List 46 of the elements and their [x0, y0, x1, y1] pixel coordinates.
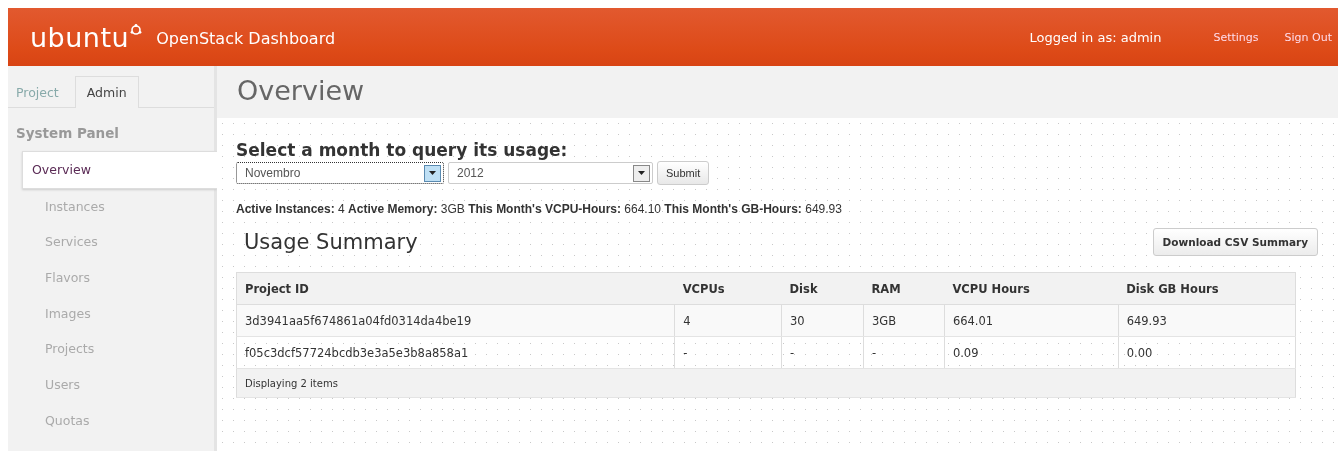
sign-out-link[interactable]: Sign Out [1284, 30, 1332, 44]
download-csv-button[interactable]: Download CSV Summary [1152, 228, 1318, 256]
circle-of-friends-icon [130, 23, 143, 36]
table-cell: 649.93 [1118, 304, 1296, 337]
table-cell: 664.01 [944, 304, 1119, 337]
section-title: Usage Summary [244, 230, 418, 254]
submit-button[interactable]: Submit [657, 161, 710, 185]
table-cell: f05c3dcf57724bcdb3e3a5e3b8a858a1 [236, 336, 675, 369]
month-select[interactable]: Novembro [236, 162, 444, 184]
page-title: Overview [237, 74, 365, 106]
column-header: Project ID [236, 272, 675, 305]
logo-text: ubuntu [30, 23, 130, 51]
dashboard-tab[interactable]: Project [8, 76, 71, 107]
dropdown-arrow-icon [429, 171, 436, 175]
usage-stats: Active Instances: 4 Active Memory: 3GB This Month's VCPU-Hours: 664.10 This Month's GB-Hours: 649.93 [236, 202, 843, 216]
nav-item[interactable]: Projects [22, 331, 214, 368]
nav-item[interactable]: Quotas [22, 402, 214, 439]
logged-in-user: Logged in as: admin [1029, 29, 1162, 45]
table-cell: 4 [674, 304, 782, 337]
nav-item[interactable]: Flavors [22, 260, 214, 296]
dropdown-arrow-icon [638, 171, 645, 175]
table-cell: - [674, 336, 782, 369]
column-header: Disk GB Hours [1118, 272, 1296, 305]
dashboard-tab[interactable]: Admin [74, 76, 139, 108]
table-cell: - [863, 336, 945, 369]
nav-item[interactable]: Users [22, 367, 214, 403]
table-cell: 3d3941aa5f674861a04fd0314da4be19 [236, 304, 675, 337]
column-header: Disk [781, 272, 864, 305]
column-header: RAM [863, 272, 945, 305]
table-cell: 0.00 [1118, 336, 1296, 369]
nav-item[interactable]: Images [22, 295, 214, 332]
settings-link[interactable]: Settings [1213, 30, 1259, 44]
year-select[interactable]: 2012 [448, 162, 653, 184]
table-cell: - [781, 336, 864, 369]
table-cell: 30 [781, 304, 864, 337]
nav-item[interactable]: Services [22, 224, 214, 261]
nav-item[interactable]: Overview [22, 151, 217, 189]
panel-title: System Panel [16, 125, 120, 141]
nav-item[interactable]: Instances [22, 188, 214, 225]
query-heading: Select a month to query its usage: [236, 140, 569, 160]
table-cell: 0.09 [944, 336, 1119, 369]
column-header: VCPU Hours [944, 272, 1119, 305]
table-cell: 3GB [863, 304, 945, 337]
column-header: VCPUs [674, 272, 782, 305]
app-title: OpenStack Dashboard [156, 29, 336, 48]
table-footer: Displaying 2 items [236, 368, 1296, 398]
